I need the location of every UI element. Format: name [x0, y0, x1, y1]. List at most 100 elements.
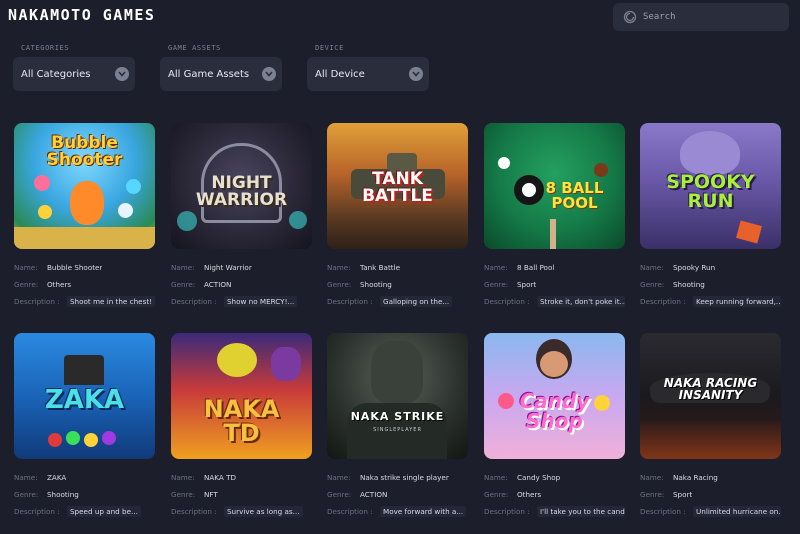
genre-label: Genre: — [327, 279, 352, 289]
game-card[interactable]: ZAKA Name: ZAKA Genre: Shooting Descriptio… — [14, 333, 155, 524]
game-art-title: NAKA STRIKE — [350, 410, 445, 423]
device-select[interactable]: All Device — [307, 57, 429, 91]
categories-select[interactable]: All Categories — [13, 57, 135, 91]
genre-label: Genre: — [640, 489, 665, 499]
game-art-title: 8 BALL POOL — [545, 179, 604, 212]
genre-label: Genre: — [484, 279, 509, 289]
game-art-title: NIGHT WARRIOR — [195, 173, 288, 210]
game-name: Bubble Shooter — [47, 262, 103, 272]
game-name: 8 Ball Pool — [517, 262, 555, 272]
description-label: Description : — [171, 506, 217, 516]
game-art-title: TANK BATTLE — [362, 169, 433, 206]
description-label: Description : — [171, 296, 217, 306]
game-description: Show no MERCY!... — [224, 295, 298, 307]
name-label: Name: — [327, 472, 351, 482]
game-description: Keep running forward,... — [693, 295, 781, 307]
search-box[interactable] — [613, 3, 789, 31]
name-label: Name: — [484, 262, 508, 272]
game-name: Night Warrior — [204, 262, 252, 272]
game-genre: Sport — [673, 489, 693, 499]
game-thumbnail[interactable]: 8 BALL POOL — [484, 123, 625, 249]
game-thumbnail[interactable]: Candy Shop — [484, 333, 625, 459]
genre-label: Genre: — [484, 489, 509, 499]
description-label: Description : — [484, 506, 530, 516]
game-description: Galloping on the... — [380, 295, 453, 307]
game-thumbnail[interactable]: TANK BATTLE — [327, 123, 468, 249]
game-card[interactable]: SPOOKY RUN Name: Spooky Run Genre: Shootin… — [640, 123, 781, 314]
game-thumbnail[interactable]: NAKA STRIKE SINGLEPLAYER — [327, 333, 468, 459]
game-art-title: NAKA TD — [203, 395, 280, 447]
game-genre: Shooting — [360, 279, 392, 289]
genre-label: Genre: — [171, 279, 196, 289]
name-label: Name: — [171, 262, 195, 272]
game-description: Move forward with a... — [380, 505, 467, 517]
game-genre: ACTION — [360, 489, 388, 499]
game-card[interactable]: Candy Shop Name: Candy Shop Genre: Others … — [484, 333, 625, 524]
chevron-down-icon — [409, 67, 423, 81]
game-card[interactable]: TANK BATTLE Name: Tank Battle Genre: Shoot… — [327, 123, 468, 314]
game-card[interactable]: NAKA RACING INSANITY Name: Naka Racing Ge… — [640, 333, 781, 524]
game-description: Unlimited hurricane on... — [693, 505, 781, 517]
game-description: Survive as long as... — [224, 505, 303, 517]
game-card[interactable]: NAKA TD Name: NAKA TD Genre: NFT Descripti… — [171, 333, 312, 524]
game-description: Speed up and be... — [67, 505, 141, 517]
game-description: I'll take you to the cand... — [537, 505, 625, 517]
game-genre: Sport — [517, 279, 537, 289]
name-label: Name: — [640, 262, 664, 272]
game-name: Naka Racing — [673, 472, 718, 482]
name-label: Name: — [484, 472, 508, 482]
search-input[interactable] — [643, 12, 773, 22]
game-art-title: Bubble Shooter — [46, 133, 123, 170]
name-label: Name: — [14, 262, 38, 272]
game-card[interactable]: 8 BALL POOL Name: 8 Ball Pool Genre: Sport… — [484, 123, 625, 314]
game-thumbnail[interactable]: NIGHT WARRIOR — [171, 123, 312, 249]
filter-label: DEVICE — [315, 44, 344, 52]
genre-label: Genre: — [327, 489, 352, 499]
select-value: All Device — [315, 68, 365, 80]
name-label: Name: — [327, 262, 351, 272]
game-assets-select[interactable]: All Game Assets — [160, 57, 282, 91]
chevron-down-icon — [262, 67, 276, 81]
game-name: Candy Shop — [517, 472, 561, 482]
game-name: ZAKA — [47, 472, 67, 482]
description-label: Description : — [327, 506, 373, 516]
game-card[interactable]: Bubble Shooter Name: Bubble Shooter Genre… — [14, 123, 155, 314]
chevron-down-icon — [115, 67, 129, 81]
filter-categories: CATEGORIES All Categories — [13, 44, 135, 91]
description-label: Description : — [14, 506, 60, 516]
search-icon — [623, 10, 637, 24]
game-card[interactable]: NAKA STRIKE SINGLEPLAYER Name: Naka strik… — [327, 333, 468, 524]
game-art-title: ZAKA — [44, 385, 125, 415]
game-description: Shoot me in the chest! — [67, 295, 155, 307]
genre-label: Genre: — [171, 489, 196, 499]
game-name: Spooky Run — [673, 262, 716, 272]
game-art-title: SPOOKY RUN — [666, 171, 755, 212]
description-label: Description : — [640, 296, 686, 306]
game-art-title: NAKA RACING INSANITY — [663, 376, 758, 402]
game-genre: Shooting — [47, 489, 79, 499]
game-genre: Others — [47, 279, 72, 289]
game-name: Naka strike single player — [360, 472, 449, 482]
game-thumbnail[interactable]: NAKA TD — [171, 333, 312, 459]
site-logo[interactable]: NAKAMOTO GAMES — [8, 6, 155, 24]
genre-label: Genre: — [14, 489, 39, 499]
filter-label: GAME ASSETS — [168, 44, 221, 52]
game-genre: Shooting — [673, 279, 705, 289]
game-thumbnail[interactable]: ZAKA — [14, 333, 155, 459]
game-genre: NFT — [204, 489, 218, 499]
name-label: Name: — [640, 472, 664, 482]
description-label: Description : — [484, 296, 530, 306]
game-card[interactable]: NIGHT WARRIOR Name: Night Warrior Genre: A… — [171, 123, 312, 314]
description-label: Description : — [14, 296, 60, 306]
select-value: All Game Assets — [168, 68, 250, 80]
game-thumbnail[interactable]: Bubble Shooter — [14, 123, 155, 249]
filter-game-assets: GAME ASSETS All Game Assets — [160, 44, 282, 91]
game-genre: ACTION — [204, 279, 232, 289]
game-name: NAKA TD — [204, 472, 237, 482]
game-thumbnail[interactable]: NAKA RACING INSANITY — [640, 333, 781, 459]
game-description: Stroke it, don't poke it.... — [537, 295, 625, 307]
select-value: All Categories — [21, 68, 91, 80]
name-label: Name: — [171, 472, 195, 482]
game-genre: Others — [517, 489, 542, 499]
game-thumbnail[interactable]: SPOOKY RUN — [640, 123, 781, 249]
